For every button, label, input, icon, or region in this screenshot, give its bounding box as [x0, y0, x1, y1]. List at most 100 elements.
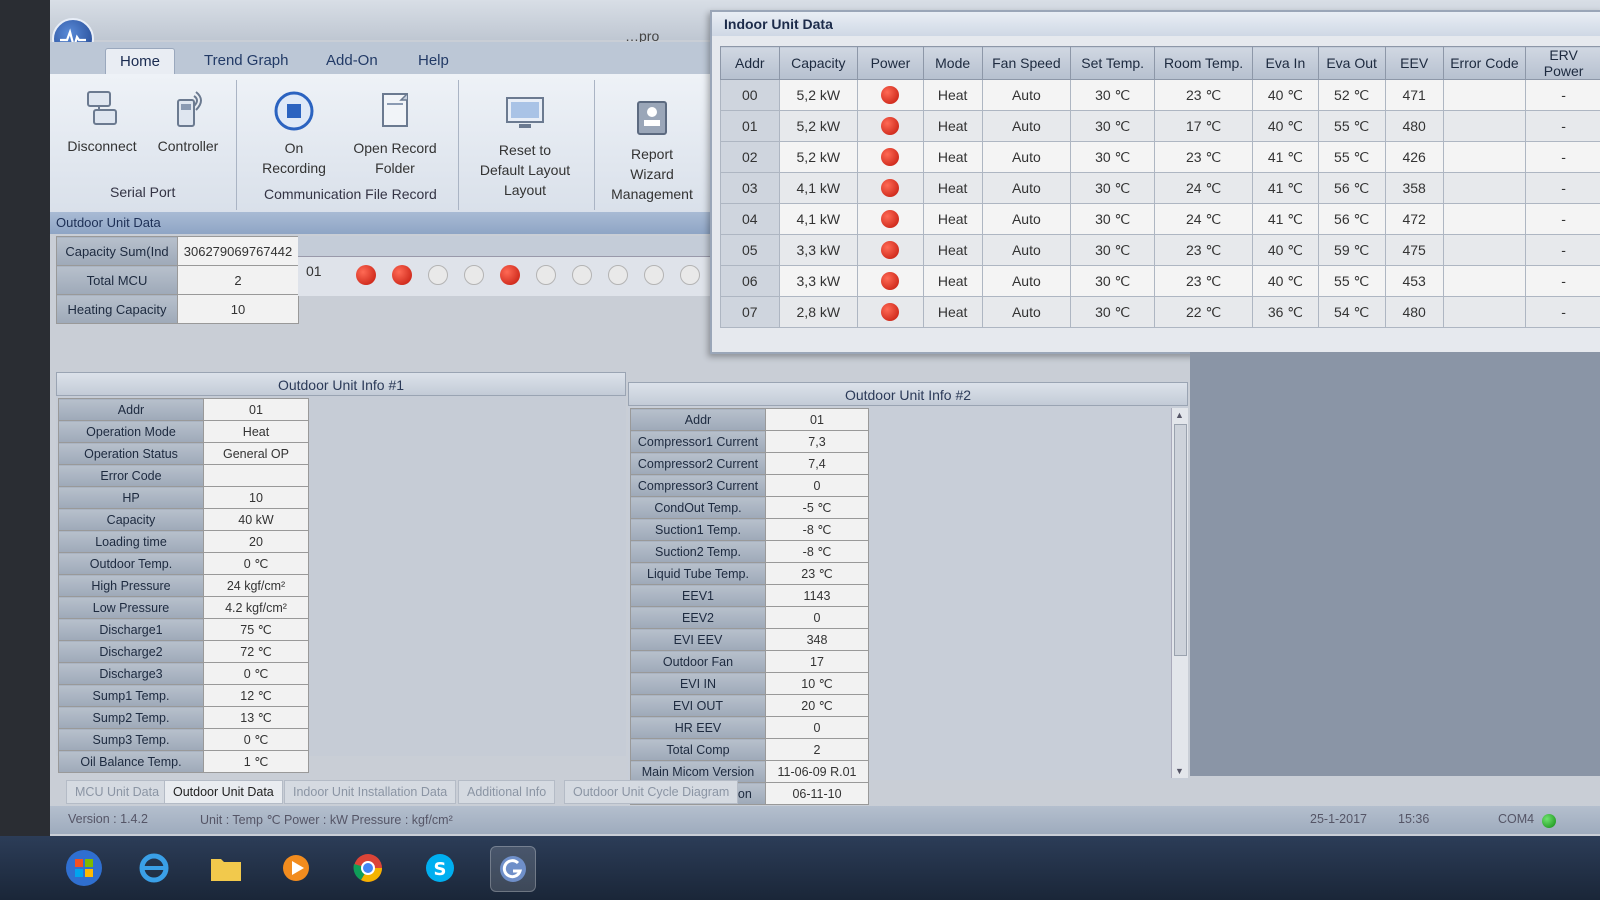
- info-label: Sump2 Temp.: [58, 706, 204, 729]
- power-cell[interactable]: [857, 79, 924, 111]
- info-value: 0: [765, 716, 869, 739]
- indoor-cell-eva_in: 41 ℃: [1252, 172, 1319, 204]
- info-label: Low Pressure: [58, 596, 204, 619]
- info-value: 348: [765, 628, 869, 651]
- summary-row: Total MCU 2: [56, 265, 299, 295]
- indoor-col-header[interactable]: Error Code: [1442, 46, 1527, 80]
- info-label: EVI EEV: [630, 628, 766, 651]
- open-record-folder-button[interactable]: Open Record Folder: [340, 90, 450, 178]
- info-row: Outdoor Temp. 0 ℃: [58, 552, 309, 575]
- taskbar-explorer[interactable]: [204, 846, 248, 890]
- info-row: Sump2 Temp. 13 ℃: [58, 706, 309, 729]
- indoor-cell-err: [1442, 296, 1527, 328]
- indoor-cell-addr: 05: [720, 234, 780, 266]
- indoor-col-header[interactable]: Capacity: [778, 46, 859, 80]
- summary-row: Capacity Sum(Ind 306279069767442: [56, 236, 299, 266]
- info-value: 72 ℃: [203, 640, 309, 663]
- indoor-col-header[interactable]: Eva In: [1252, 46, 1319, 80]
- power-cell[interactable]: [857, 172, 924, 204]
- tab-additional-info[interactable]: Additional Info: [458, 780, 556, 804]
- indoor-col-header[interactable]: Set Temp.: [1070, 46, 1156, 80]
- indoor-col-header[interactable]: Eva Out: [1317, 46, 1386, 80]
- info-label: Operation Status: [58, 442, 204, 465]
- info-label: Loading time: [58, 530, 204, 553]
- tab-add-on[interactable]: Add-On: [312, 48, 392, 74]
- power-cell[interactable]: [857, 234, 924, 266]
- power-cell[interactable]: [857, 141, 924, 173]
- indoor-cell-eva_in: 40 ℃: [1252, 79, 1319, 111]
- indoor-row[interactable]: 03 4,1 kW Heat Auto 30 ℃ 24 ℃ 41 ℃ 56 ℃ 358 -: [720, 172, 1600, 204]
- com-port: COM4: [1498, 812, 1535, 826]
- disconnect-button[interactable]: Disconnect: [64, 88, 140, 156]
- mcu-status-led: [536, 265, 556, 285]
- group-management: Management: [611, 186, 693, 202]
- tab-indoor-installation-data[interactable]: Indoor Unit Installation Data: [284, 780, 457, 804]
- info-label: EEV2: [630, 606, 766, 629]
- indoor-col-header[interactable]: Fan Speed: [981, 46, 1072, 80]
- scroll-thumb[interactable]: [1174, 424, 1187, 656]
- taskbar-chrome[interactable]: [346, 846, 390, 890]
- report-wizard-icon: [637, 101, 667, 135]
- indoor-cell-capacity: 5,2 kW: [778, 110, 859, 142]
- power-cell[interactable]: [857, 296, 924, 328]
- indoor-col-header[interactable]: Mode: [922, 46, 983, 80]
- status-date: 25-1-2017: [1310, 812, 1367, 826]
- indoor-col-header[interactable]: EEV: [1384, 46, 1444, 80]
- power-on-icon: [881, 303, 900, 322]
- tab-home[interactable]: Home: [105, 48, 176, 75]
- taskbar-skype[interactable]: S: [418, 846, 462, 890]
- indoor-col-header[interactable]: Addr: [720, 46, 780, 80]
- indoor-cell-mode: Heat: [922, 265, 983, 297]
- tab-cycle-diagram[interactable]: Outdoor Unit Cycle Diagram: [564, 780, 739, 804]
- outdoor-info-2-panel: Outdoor Unit Info #2 Addr 01 Compressor1 C…: [628, 382, 1188, 805]
- indoor-col-header[interactable]: ERV Power: [1525, 46, 1600, 80]
- indoor-col-header[interactable]: Room Temp.: [1154, 46, 1254, 80]
- indoor-cell-set: 30 ℃: [1070, 79, 1156, 111]
- info-row: Loading time 20: [58, 530, 309, 553]
- mcu-status-led: [644, 265, 664, 285]
- info-label: Discharge1: [58, 618, 204, 641]
- tab-outdoor-unit-data[interactable]: Outdoor Unit Data: [164, 780, 283, 804]
- info-row: Discharge2 72 ℃: [58, 640, 309, 663]
- indoor-col-header[interactable]: Power: [857, 46, 924, 80]
- scroll-up-icon[interactable]: ▲: [1175, 410, 1184, 420]
- indoor-row[interactable]: 06 3,3 kW Heat Auto 30 ℃ 23 ℃ 40 ℃ 55 ℃ 453 -: [720, 265, 1600, 297]
- indoor-cell-err: [1442, 203, 1527, 235]
- taskbar-monitor-app[interactable]: [490, 846, 536, 892]
- indoor-cell-capacity: 2,8 kW: [778, 296, 859, 328]
- indoor-row[interactable]: 07 2,8 kW Heat Auto 30 ℃ 22 ℃ 36 ℃ 54 ℃ 480 -: [720, 296, 1600, 328]
- taskbar-ie[interactable]: [132, 846, 176, 890]
- group-layout: Layout: [503, 182, 547, 198]
- power-cell[interactable]: [857, 110, 924, 142]
- tab-help[interactable]: Help: [404, 48, 463, 74]
- info-row: EVI IN 10 ℃: [630, 672, 869, 695]
- info-label: Outdoor Fan: [630, 650, 766, 673]
- tab-trend-graph[interactable]: Trend Graph: [190, 48, 303, 74]
- reset-layout-button[interactable]: Reset to Default Layout Layout: [466, 94, 584, 200]
- indoor-row[interactable]: 04 4,1 kW Heat Auto 30 ℃ 24 ℃ 41 ℃ 56 ℃ 472 -: [720, 203, 1600, 235]
- indoor-row[interactable]: 00 5,2 kW Heat Auto 30 ℃ 23 ℃ 40 ℃ 52 ℃ 471 -: [720, 79, 1600, 111]
- info-value: 0: [765, 474, 869, 497]
- indoor-row[interactable]: 05 3,3 kW Heat Auto 30 ℃ 23 ℃ 40 ℃ 59 ℃ 475 -: [720, 234, 1600, 266]
- controller-button[interactable]: Controller: [150, 88, 226, 156]
- info-label: Capacity: [58, 508, 204, 531]
- indoor-cell-addr: 07: [720, 296, 780, 328]
- taskbar-media-player[interactable]: [274, 846, 318, 890]
- power-cell[interactable]: [857, 265, 924, 297]
- info-label: HR EEV: [630, 716, 766, 739]
- tab-mcu-unit-data[interactable]: MCU Unit Data: [66, 780, 169, 804]
- on-recording-button[interactable]: On Recording: [248, 90, 340, 178]
- indoor-row[interactable]: 01 5,2 kW Heat Auto 30 ℃ 17 ℃ 40 ℃ 55 ℃ 480 -: [720, 110, 1600, 142]
- mcu-status-led: [680, 265, 700, 285]
- info2-scrollbar[interactable]: ▲ ▼: [1171, 408, 1188, 778]
- power-cell[interactable]: [857, 203, 924, 235]
- scroll-down-icon[interactable]: ▼: [1175, 766, 1184, 776]
- mcu-status-led: [608, 265, 628, 285]
- status-time: 15:36: [1398, 812, 1430, 826]
- indoor-row[interactable]: 02 5,2 kW Heat Auto 30 ℃ 23 ℃ 41 ℃ 55 ℃ 426 -: [720, 141, 1600, 173]
- start-button[interactable]: [62, 846, 106, 890]
- info-row: Operation Status General OP: [58, 442, 309, 465]
- report-wizard-button[interactable]: Report Wizard Management: [602, 98, 702, 204]
- indoor-cell-erv: -: [1525, 265, 1600, 297]
- indoor-cell-eva_in: 40 ℃: [1252, 265, 1319, 297]
